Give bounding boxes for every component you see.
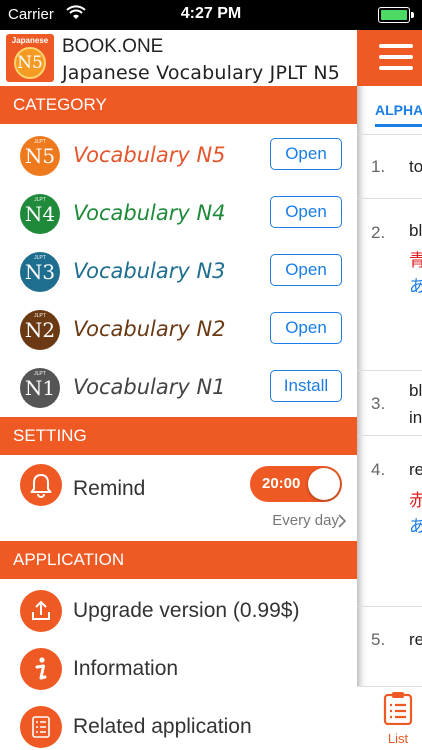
open-n5-button[interactable]: Open xyxy=(270,138,342,170)
information-item[interactable]: Information xyxy=(0,640,357,698)
item-kanji: 青 xyxy=(409,251,422,270)
bottom-tab-bar: List xyxy=(357,686,422,750)
setting-section-header: SETTING xyxy=(0,417,357,455)
chevron-right-icon xyxy=(338,514,347,528)
install-n1-button[interactable]: Install xyxy=(270,370,342,402)
category-label: Vocabulary N3 xyxy=(73,259,226,283)
item-word: to xyxy=(409,157,422,176)
item-kana: あ xyxy=(409,517,422,536)
category-label: Vocabulary N5 xyxy=(73,143,226,167)
logo-top-text: Japanese xyxy=(11,36,49,45)
n2-badge-icon: JLPT N2 xyxy=(20,310,60,350)
divider xyxy=(357,606,422,607)
hamburger-menu-icon[interactable] xyxy=(379,44,413,70)
divider xyxy=(357,435,422,436)
toggle-knob xyxy=(308,468,340,500)
status-bar: Carrier 4:27 PM xyxy=(0,0,422,30)
item-word: re xyxy=(409,460,422,479)
logo-level: N5 xyxy=(14,47,46,79)
related-application-label: Related application xyxy=(73,715,252,738)
item-word: bl xyxy=(409,221,422,240)
item-word-cont: in xyxy=(409,408,422,427)
category-item-n5: JLPT N5 Vocabulary N5 Open xyxy=(0,127,357,185)
n4-badge-icon: JLPT N4 xyxy=(20,194,60,234)
category-item-n3: JLPT N3 Vocabulary N3 Open xyxy=(0,243,357,301)
category-item-n4: JLPT N4 Vocabulary N4 Open xyxy=(0,185,357,243)
main-content: ALPHA 1. to 2. bl 青 あ 3. bl in 4. re 赤 あ… xyxy=(357,30,422,750)
app-logo: Japanese N5 xyxy=(6,34,54,82)
category-label: Vocabulary N2 xyxy=(73,317,226,341)
app-subtitle: Japanese Vocabulary JPLT N5 xyxy=(62,62,341,84)
main-nav-bar xyxy=(357,30,422,86)
application-section-header: APPLICATION xyxy=(0,541,357,579)
category-section-header: CATEGORY xyxy=(0,86,357,124)
upload-icon xyxy=(20,590,62,632)
info-icon xyxy=(20,648,62,690)
upgrade-label: Upgrade version (0.99$) xyxy=(73,599,300,622)
upgrade-version-item[interactable]: Upgrade version (0.99$) xyxy=(0,582,357,640)
tab-indicator xyxy=(375,124,422,127)
item-kanji: 赤 xyxy=(409,491,422,510)
item-number: 1. xyxy=(371,157,386,176)
n5-badge-icon: JLPT N5 xyxy=(20,136,60,176)
item-word: re xyxy=(409,630,422,649)
item-word: bl xyxy=(409,381,422,400)
battery-icon xyxy=(378,7,414,23)
app-title: BOOK.ONE xyxy=(62,36,164,57)
item-number: 4. xyxy=(371,460,386,479)
open-n4-button[interactable]: Open xyxy=(270,196,342,228)
related-application-item[interactable]: Related application xyxy=(0,698,357,750)
side-drawer: Japanese N5 BOOK.ONE Japanese Vocabulary… xyxy=(0,30,357,750)
n3-badge-icon: JLPT N3 xyxy=(20,252,60,292)
frequency-label[interactable]: Every day xyxy=(272,512,339,529)
open-n3-button[interactable]: Open xyxy=(270,254,342,286)
remind-time: 20:00 xyxy=(262,475,301,492)
remind-label: Remind xyxy=(73,477,146,500)
remind-row[interactable]: Remind 20:00 Every day xyxy=(0,458,357,542)
category-label: Vocabulary N4 xyxy=(73,201,226,225)
clock-label: 4:27 PM xyxy=(180,5,242,22)
item-number: 5. xyxy=(371,630,386,649)
bell-icon xyxy=(20,464,62,506)
category-item-n2: JLPT N2 Vocabulary N2 Open xyxy=(0,301,357,359)
tab-alphabet[interactable]: ALPHA xyxy=(375,102,422,118)
item-number: 2. xyxy=(371,223,386,242)
drawer-header: Japanese N5 BOOK.ONE Japanese Vocabulary… xyxy=(0,30,357,86)
open-n2-button[interactable]: Open xyxy=(270,312,342,344)
list-icon xyxy=(20,706,62,748)
divider xyxy=(357,134,422,135)
clipboard-list-icon[interactable] xyxy=(383,691,413,725)
n1-badge-icon: JLPT N1 xyxy=(20,368,60,408)
item-number: 3. xyxy=(371,394,386,413)
category-item-n1: JLPT N1 Vocabulary N1 Install xyxy=(0,359,357,417)
list-tab-label[interactable]: List xyxy=(357,731,422,746)
remind-toggle[interactable]: 20:00 xyxy=(250,466,342,502)
divider xyxy=(357,198,422,199)
category-label: Vocabulary N1 xyxy=(73,375,226,399)
divider xyxy=(357,370,422,371)
item-kana: あ xyxy=(409,277,422,296)
information-label: Information xyxy=(73,657,179,680)
